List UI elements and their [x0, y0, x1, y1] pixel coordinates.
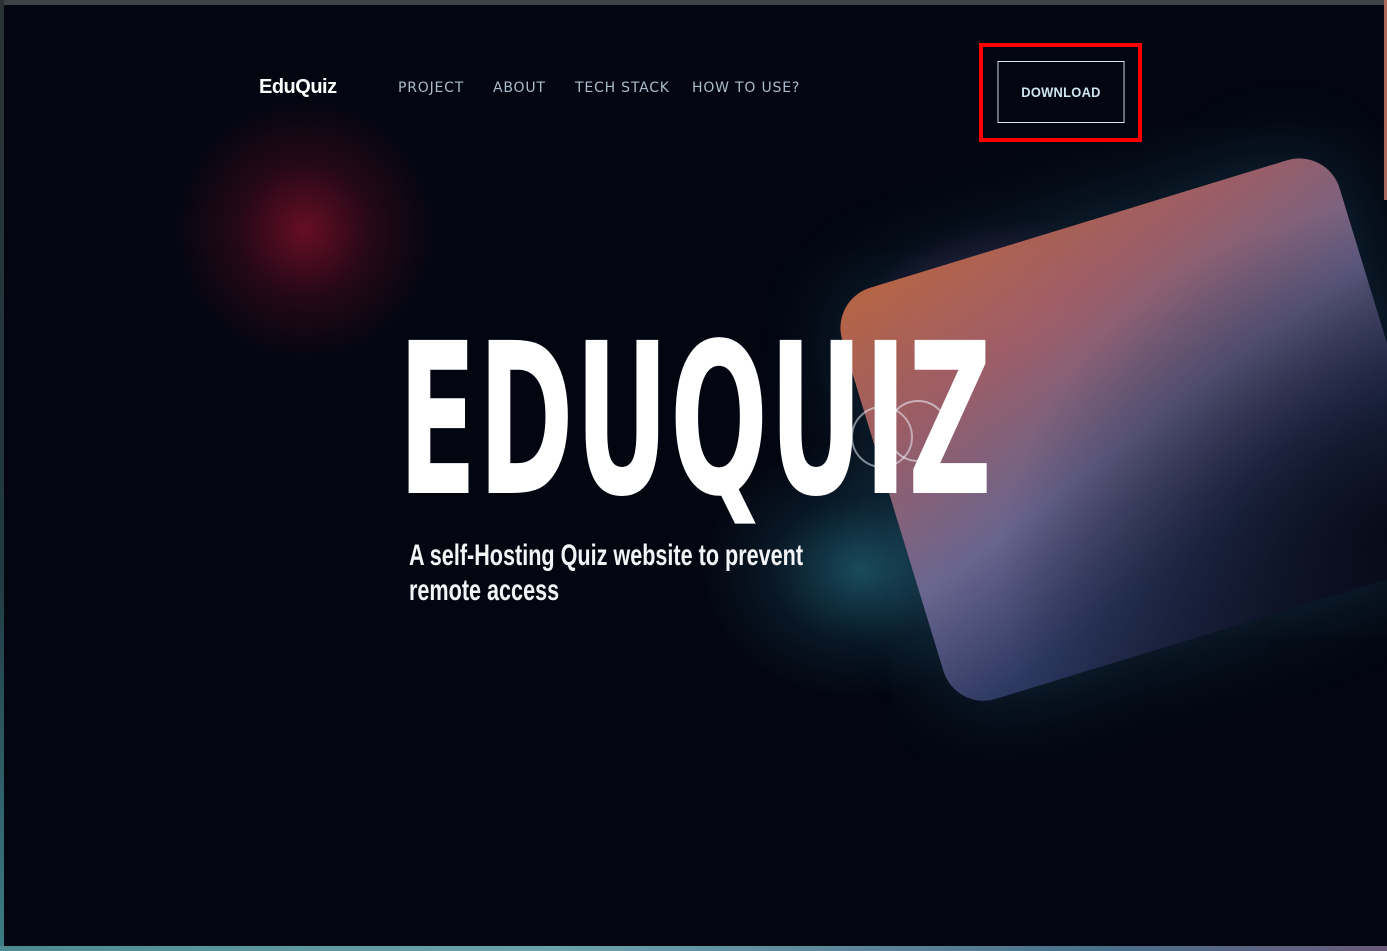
- hero-subtitle-line-1: A self-Hosting Quiz website to prevent: [409, 539, 804, 572]
- hero-subtitle-line-2: remote access: [409, 574, 560, 607]
- page: EduQuiz PROJECT ABOUT TECH STACK HOW TO …: [0, 0, 1387, 951]
- nav-link-how-to-use[interactable]: HOW TO USE?: [692, 80, 800, 96]
- nav-link-about[interactable]: ABOUT: [493, 80, 546, 96]
- hero-title: EDUQUIZ: [398, 298, 993, 543]
- nav-link-tech-stack[interactable]: TECH STACK: [575, 80, 670, 96]
- window-bottom-border: [0, 946, 1387, 951]
- hero-subtitle: A self-Hosting Quiz website to prevent r…: [409, 538, 804, 608]
- brand-logo[interactable]: EduQuiz: [259, 76, 337, 99]
- download-button[interactable]: DOWNLOAD: [997, 61, 1125, 123]
- nav-link-project[interactable]: PROJECT: [398, 80, 464, 96]
- top-navigation: EduQuiz PROJECT ABOUT TECH STACK HOW TO …: [0, 0, 1387, 160]
